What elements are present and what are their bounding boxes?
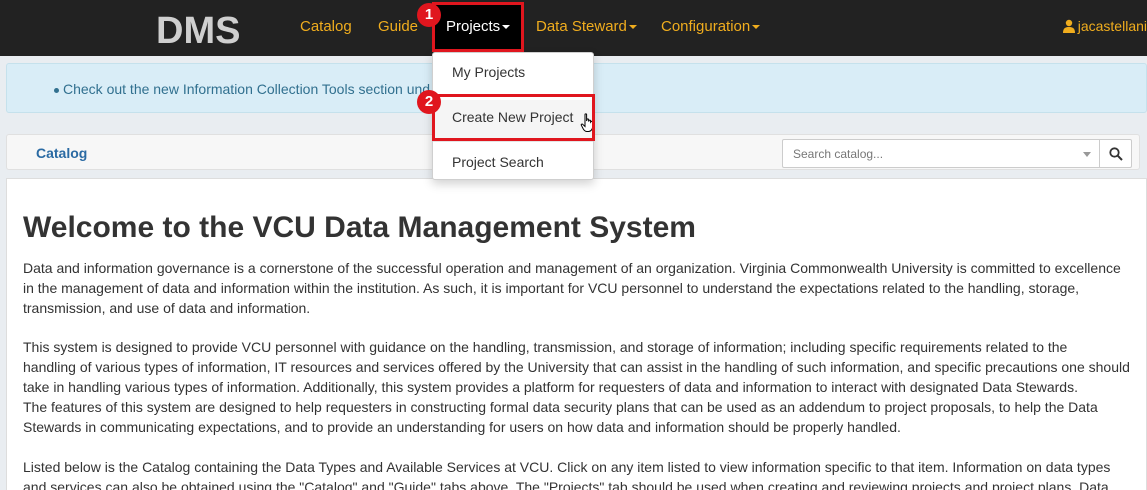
system-description-paragraph: This system is designed to provide VCU p… bbox=[23, 337, 1133, 437]
text-line: Stewards in communicating expectations, … bbox=[23, 419, 901, 435]
alert-message: Check out the new Information Collection… bbox=[63, 81, 431, 97]
chevron-down-icon bbox=[1083, 152, 1091, 157]
bullet-dot bbox=[54, 88, 59, 93]
nav-catalog[interactable]: Catalog bbox=[300, 18, 352, 35]
nav-configuration[interactable]: Configuration bbox=[661, 18, 761, 35]
nav-guide-label: Guide bbox=[378, 18, 419, 35]
chevron-down-icon bbox=[628, 25, 637, 30]
page-title: Welcome to the VCU Data Management Syste… bbox=[23, 211, 696, 244]
nav-catalog-label: Catalog bbox=[300, 18, 352, 35]
nav-data-steward-label: Data Steward bbox=[536, 18, 627, 35]
text-line: Listed below is the Catalog containing t… bbox=[23, 459, 1111, 475]
text-line: and services can also be obtained using … bbox=[23, 479, 1109, 490]
user-menu[interactable]: jacastellani bbox=[1062, 18, 1147, 34]
text-line: The features of this system are designed… bbox=[23, 399, 1098, 415]
text-line: in the management of data and informatio… bbox=[23, 280, 1080, 296]
top-navbar: DMS Catalog Guide Projects Data Steward … bbox=[0, 0, 1147, 56]
menu-item-project-search[interactable]: Project Search bbox=[452, 154, 544, 170]
nav-data-steward[interactable]: Data Steward bbox=[536, 18, 637, 35]
main-content-panel: Welcome to the VCU Data Management Syste… bbox=[6, 178, 1147, 490]
search-icon bbox=[1109, 147, 1123, 161]
nav-projects[interactable]: Projects bbox=[446, 18, 511, 35]
menu-item-my-projects[interactable]: My Projects bbox=[452, 64, 525, 80]
user-name: jacastellani bbox=[1077, 18, 1147, 34]
projects-dropdown-menu: My Projects Create New Project Project S… bbox=[432, 52, 594, 180]
menu-item-create-new-project[interactable]: Create New Project bbox=[452, 109, 573, 125]
search-placeholder: Search catalog... bbox=[793, 147, 884, 161]
search-button[interactable] bbox=[1099, 139, 1132, 168]
hand-pointer-icon bbox=[580, 113, 594, 132]
user-icon bbox=[1062, 19, 1075, 33]
text-line: This system is designed to provide VCU p… bbox=[23, 339, 1068, 355]
nav-guide[interactable]: Guide bbox=[378, 18, 418, 35]
text-line: take in handling various types of inform… bbox=[23, 379, 1078, 395]
nav-configuration-label: Configuration bbox=[661, 18, 751, 35]
text-line: transmission, and use of data and inform… bbox=[23, 300, 311, 316]
text-line: handling of various types of information… bbox=[23, 359, 1130, 375]
catalog-bar-title[interactable]: Catalog bbox=[36, 145, 87, 161]
brand-logo[interactable]: DMS bbox=[156, 10, 240, 53]
nav-projects-label: Projects bbox=[446, 18, 501, 35]
intro-paragraph: Data and information governance is a cor… bbox=[23, 258, 1133, 318]
catalog-intro-paragraph: Listed below is the Catalog containing t… bbox=[23, 457, 1133, 490]
annotation-badge-1: 1 bbox=[417, 3, 441, 27]
annotation-badge-2: 2 bbox=[417, 90, 441, 114]
chevron-down-icon bbox=[502, 25, 511, 30]
text-line: Data and information governance is a cor… bbox=[23, 260, 1121, 276]
menu-divider bbox=[433, 141, 593, 142]
catalog-search-select[interactable]: Search catalog... bbox=[782, 139, 1100, 168]
chevron-down-icon bbox=[752, 25, 761, 30]
